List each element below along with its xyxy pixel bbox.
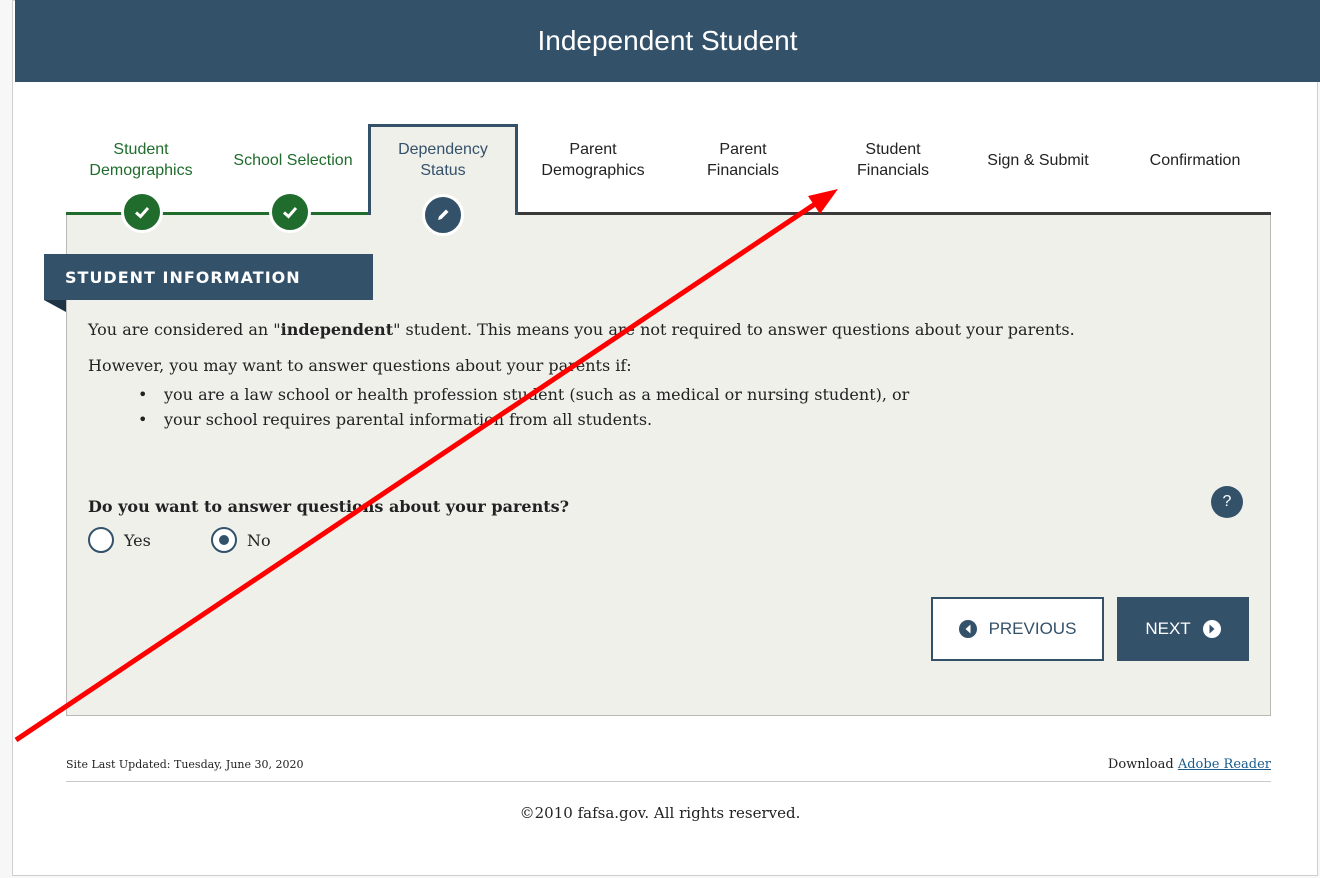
radio-no[interactable]: No (211, 526, 271, 554)
conditions-list: you are a law school or health professio… (138, 385, 909, 435)
arrow-left-circle-icon (958, 620, 977, 638)
download-text: Download Adobe Reader (1108, 757, 1271, 772)
tab-label: Student (113, 141, 169, 158)
tab-student-demographics[interactable]: Student Demographics (70, 130, 212, 190)
tab-label: Parent (719, 141, 767, 158)
check-icon (269, 191, 311, 233)
list-item: you are a law school or health professio… (138, 385, 909, 404)
radio-label: No (247, 530, 271, 550)
tab-confirmation[interactable]: Confirmation (1120, 130, 1270, 190)
tab-label: Sign & Submit (987, 151, 1089, 169)
download-prefix: Download (1107, 757, 1174, 772)
radio-circle[interactable] (88, 527, 114, 553)
question-label: Do you want to answer questions about yo… (88, 497, 569, 516)
tab-label: Status (420, 162, 466, 179)
pencil-icon (422, 194, 464, 236)
list-item: your school requires parental informatio… (138, 410, 909, 429)
tab-parent-financials[interactable]: Parent Financials (680, 130, 806, 190)
tab-parent-demographics[interactable]: Parent Demographics (525, 130, 661, 190)
tab-label: Demographics (541, 162, 645, 179)
intro-after: " student. This means you are not requir… (393, 320, 1075, 339)
tab-school-selection[interactable]: School Selection (220, 130, 366, 190)
next-label: NEXT (1145, 619, 1191, 638)
radio-yes[interactable]: Yes (88, 526, 151, 554)
tab-label: Financials (706, 162, 780, 179)
tab-student-financials[interactable]: Student Financials (830, 130, 956, 190)
adobe-reader-link[interactable]: Adobe Reader (1178, 757, 1271, 772)
tab-label: Parent (569, 141, 617, 158)
intro-before: You are considered an " (88, 320, 281, 339)
tab-label: Student (865, 141, 921, 158)
tab-label: Demographics (89, 162, 193, 179)
tab-label: Dependency (398, 141, 488, 158)
next-button[interactable]: NEXT (1117, 597, 1249, 661)
heading-fold (44, 300, 66, 312)
page-title: Independent Student (15, 0, 1320, 82)
tab-label: Confirmation (1149, 151, 1241, 169)
tab-label: School Selection (233, 151, 353, 169)
intro-emphasis: independent (280, 320, 394, 339)
radio-selected-dot (219, 535, 229, 545)
tab-sign-submit[interactable]: Sign & Submit (968, 130, 1108, 190)
subtext: However, you may want to answer question… (88, 356, 632, 375)
section-heading: STUDENT INFORMATION (44, 254, 373, 300)
radio-label: Yes (124, 530, 151, 550)
check-icon (121, 191, 163, 233)
tab-label: Financials (856, 162, 930, 179)
radio-circle[interactable] (211, 527, 237, 553)
arrow-right-circle-icon (1202, 620, 1221, 638)
help-icon[interactable]: ? (1211, 486, 1243, 518)
intro-text: You are considered an "independent" stud… (88, 320, 1075, 339)
previous-button[interactable]: PREVIOUS (931, 597, 1104, 661)
copyright: ©2010 fafsa.gov. All rights reserved. (519, 804, 801, 822)
previous-label: PREVIOUS (988, 619, 1077, 638)
footer-divider (66, 781, 1271, 782)
site-updated: Site Last Updated: Tuesday, June 30, 202… (66, 758, 304, 771)
